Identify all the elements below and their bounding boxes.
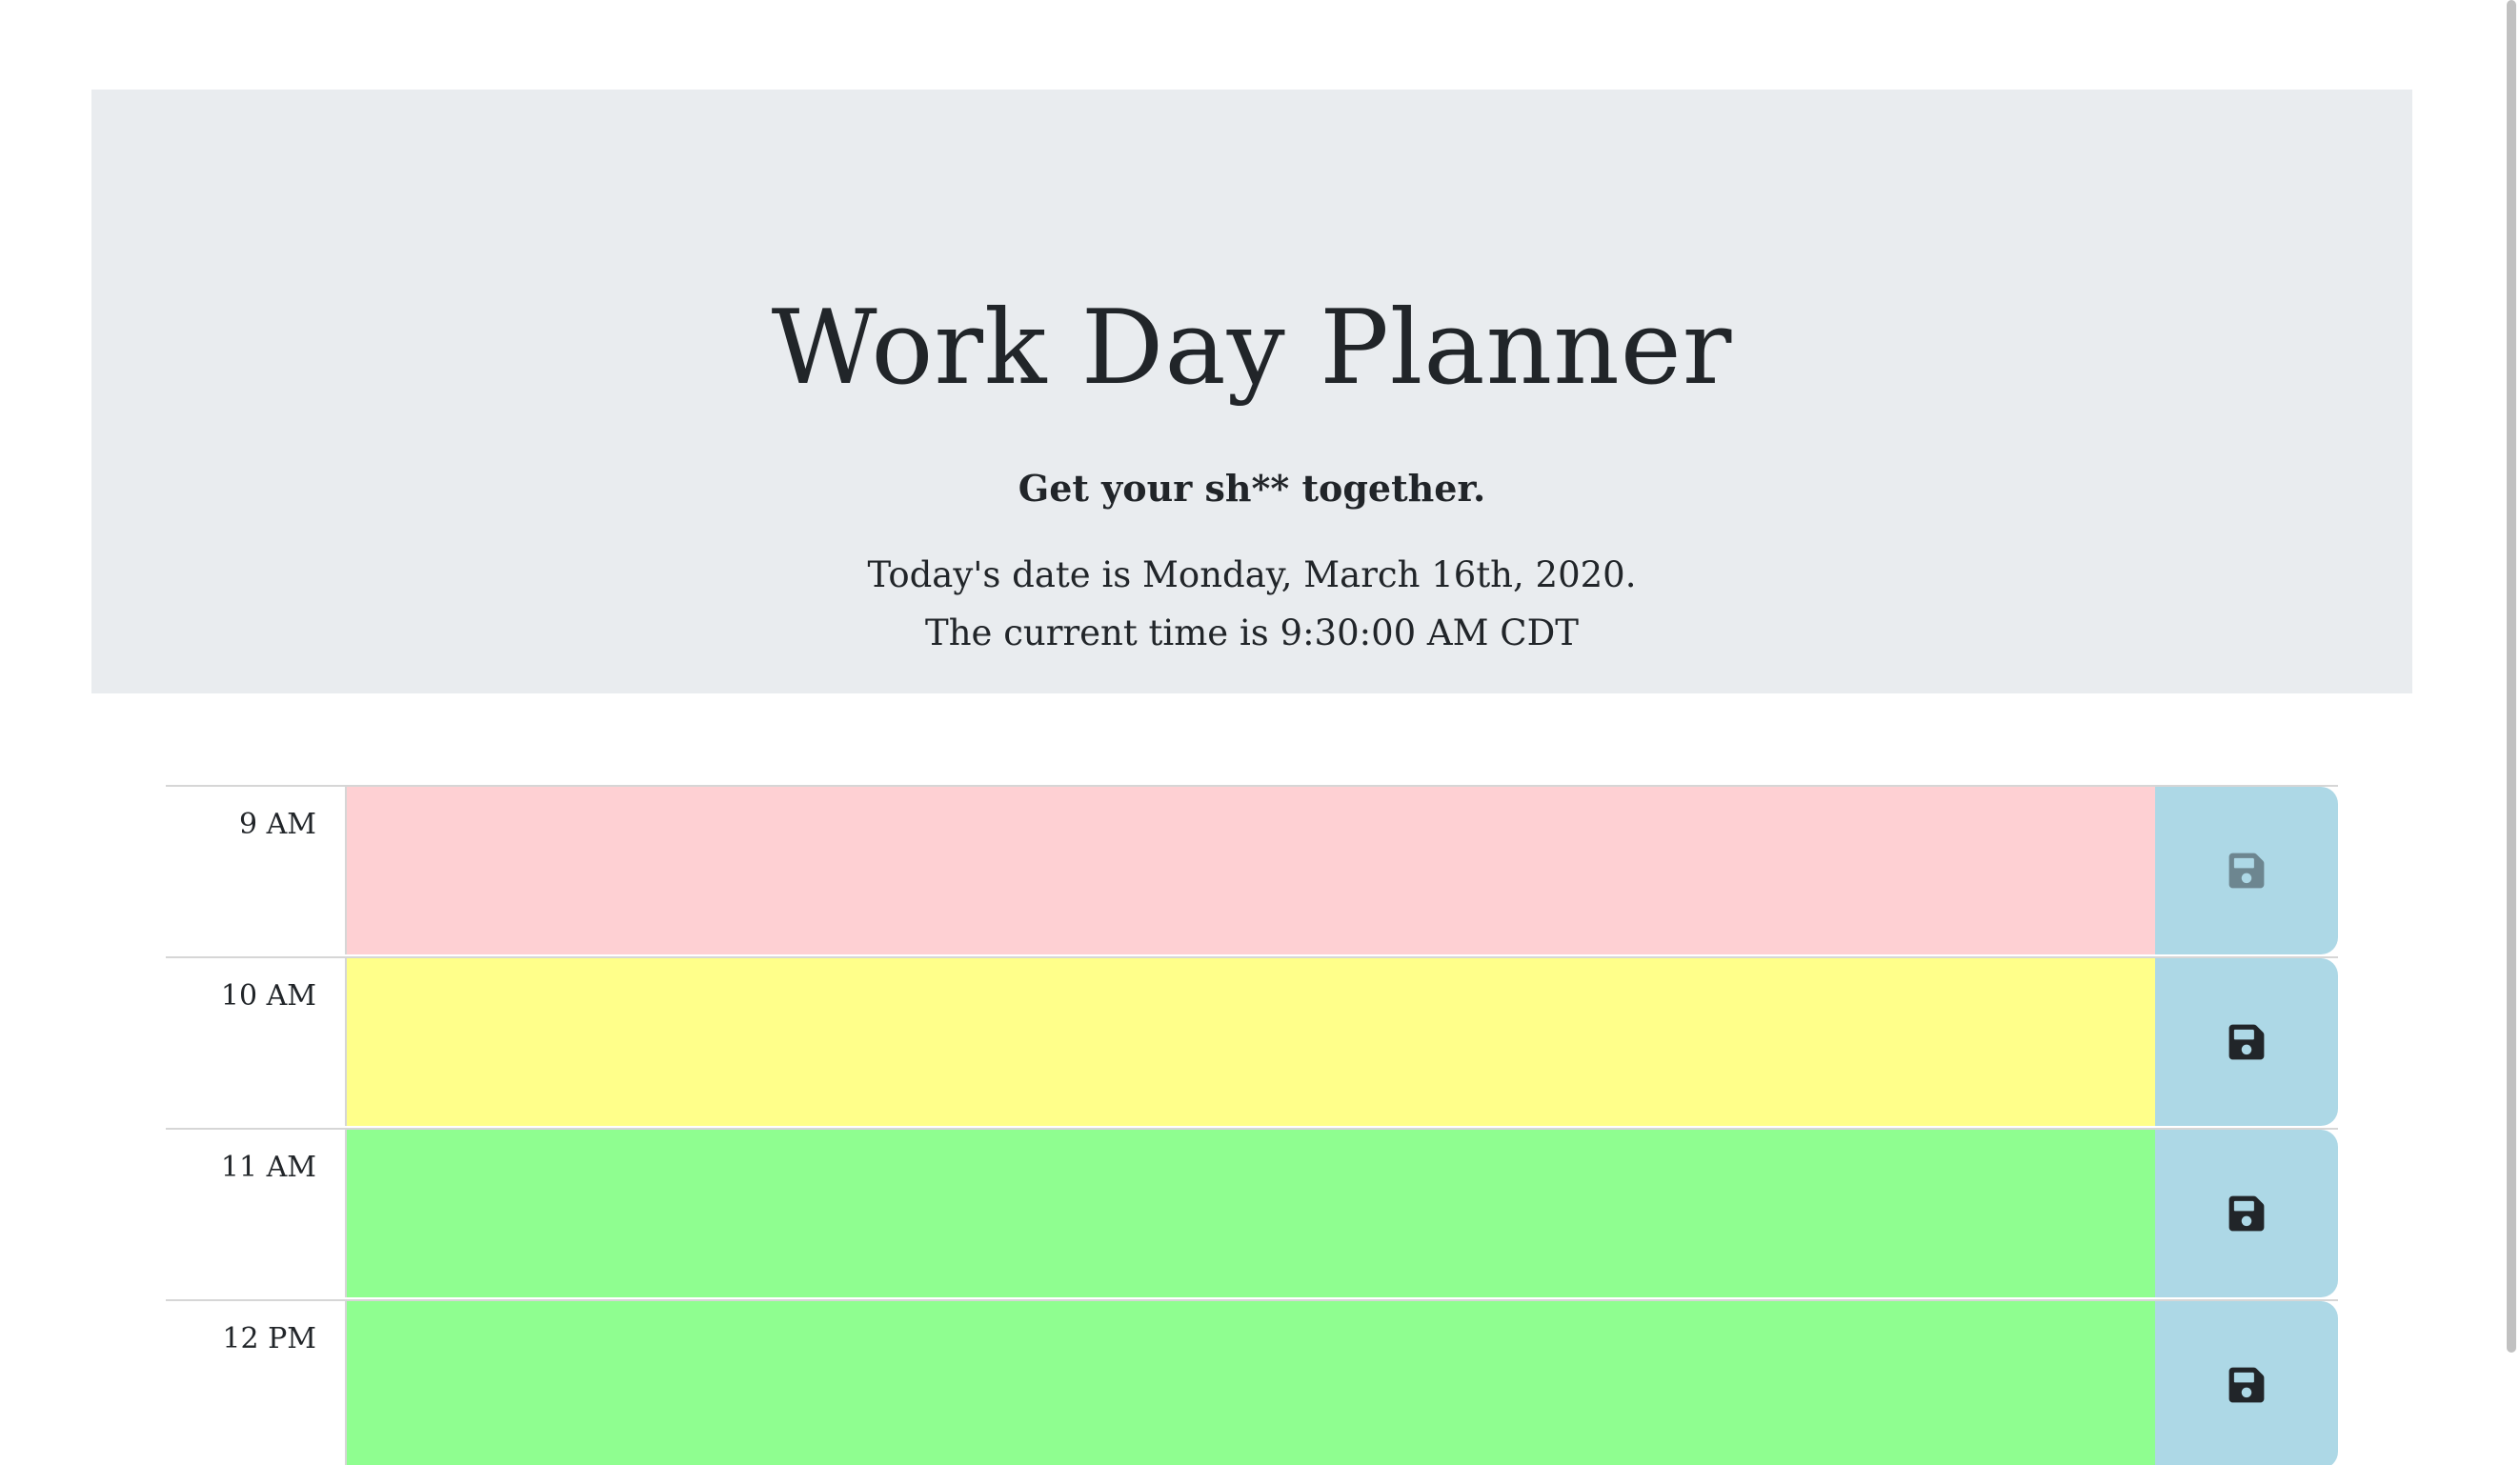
floppy-disk-icon — [2228, 1195, 2265, 1232]
hour-label: 9 AM — [166, 787, 347, 954]
current-time-line: The current time is 9:30:00 AM CDT — [91, 612, 2412, 653]
hour-label: 10 AM — [166, 958, 347, 1126]
time-prefix: The current time is — [925, 612, 1280, 653]
page: Work Day Planner Get your sh** together.… — [0, 0, 2520, 1465]
event-description-input[interactable] — [347, 1130, 2155, 1297]
event-description-input[interactable] — [347, 958, 2155, 1126]
current-date-line: Today's date is Monday, March 16th, 2020… — [91, 554, 2412, 595]
scrollbar-track[interactable] — [2503, 0, 2520, 1465]
date-suffix: . — [1624, 554, 1637, 595]
event-description-input[interactable] — [347, 1301, 2155, 1465]
timeblocks-container: 9 AM 10 AM 11 AM 12 PM — [166, 785, 2338, 1465]
time-block-12pm: 12 PM — [166, 1299, 2338, 1465]
date-prefix: Today's date is — [867, 554, 1143, 595]
tagline: Get your sh** together. — [1018, 467, 1486, 510]
hour-label: 12 PM — [166, 1301, 347, 1465]
hour-label: 11 AM — [166, 1130, 347, 1297]
time-block-10am: 10 AM — [166, 956, 2338, 1126]
save-button[interactable] — [2155, 1301, 2338, 1465]
time-block-11am: 11 AM — [166, 1128, 2338, 1297]
save-button[interactable] — [2155, 787, 2338, 954]
current-time: 9:30:00 AM CDT — [1280, 612, 1579, 653]
save-button[interactable] — [2155, 1130, 2338, 1297]
page-title: Work Day Planner — [771, 289, 1733, 408]
scrollbar-thumb[interactable] — [2507, 0, 2516, 1353]
jumbotron-header: Work Day Planner Get your sh** together.… — [91, 90, 2412, 693]
floppy-disk-icon — [2228, 853, 2265, 889]
floppy-disk-icon — [2228, 1367, 2265, 1403]
current-date: Monday, March 16th, 2020 — [1142, 554, 1625, 595]
save-button[interactable] — [2155, 958, 2338, 1126]
time-block-9am: 9 AM — [166, 785, 2338, 954]
event-description-input[interactable] — [347, 787, 2155, 954]
floppy-disk-icon — [2228, 1024, 2265, 1060]
